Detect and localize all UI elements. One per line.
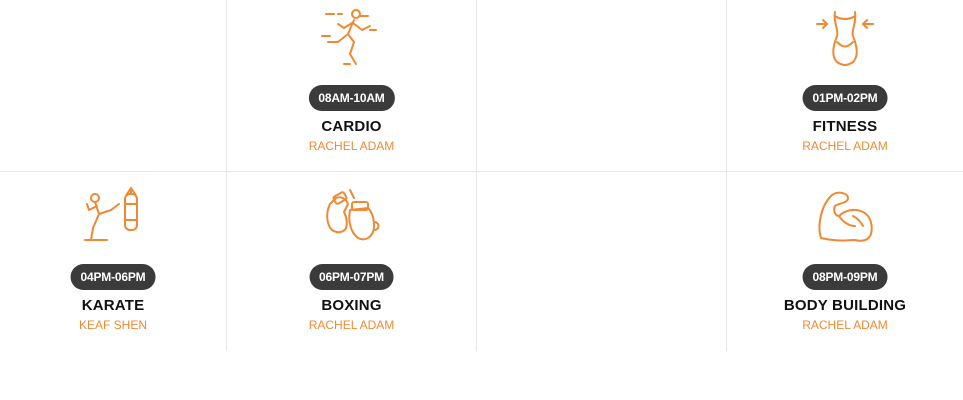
class-schedule-grid: 08AM-10AM CARDIO RACHEL ADAM 01PM-02PM F… — [0, 0, 963, 351]
trainer-name[interactable]: RACHEL ADAM — [727, 139, 963, 153]
schedule-cell-cardio[interactable]: 08AM-10AM CARDIO RACHEL ADAM — [227, 0, 476, 171]
class-title: FITNESS — [812, 118, 878, 135]
time-badge: 04PM-06PM — [70, 264, 156, 290]
time-badge: 08AM-10AM — [308, 85, 395, 111]
trainer-name[interactable]: RACHEL ADAM — [227, 318, 476, 332]
class-title: KARATE — [81, 297, 145, 314]
schedule-cell-empty — [477, 0, 726, 171]
time-badge: 06PM-07PM — [309, 264, 394, 290]
class-title: CARDIO — [321, 118, 382, 135]
trainer-name[interactable]: RACHEL ADAM — [727, 318, 963, 332]
schedule-cell-empty — [0, 0, 226, 171]
waist-icon — [816, 11, 874, 66]
schedule-cell-karate[interactable]: 04PM-06PM KARATE KEAF SHEN — [0, 172, 226, 343]
trainer-name[interactable]: KEAF SHEN — [0, 318, 226, 332]
kick-punching-bag-icon — [84, 186, 138, 241]
schedule-cell-boxing[interactable]: 06PM-07PM BOXING RACHEL ADAM — [227, 172, 476, 343]
flexed-biceps-icon — [818, 191, 873, 242]
class-title: BODY BUILDING — [783, 297, 907, 314]
boxing-gloves-icon — [325, 189, 379, 241]
time-badge: 08PM-09PM — [802, 264, 888, 290]
schedule-cell-fitness[interactable]: 01PM-02PM FITNESS RACHEL ADAM — [727, 0, 963, 171]
running-icon — [320, 9, 377, 65]
schedule-cell-body-building[interactable]: 08PM-09PM BODY BUILDING RACHEL ADAM — [727, 172, 963, 343]
schedule-cell-empty — [477, 172, 726, 343]
time-badge: 01PM-02PM — [802, 85, 888, 111]
trainer-name[interactable]: RACHEL ADAM — [227, 139, 476, 153]
class-title: BOXING — [321, 297, 382, 314]
